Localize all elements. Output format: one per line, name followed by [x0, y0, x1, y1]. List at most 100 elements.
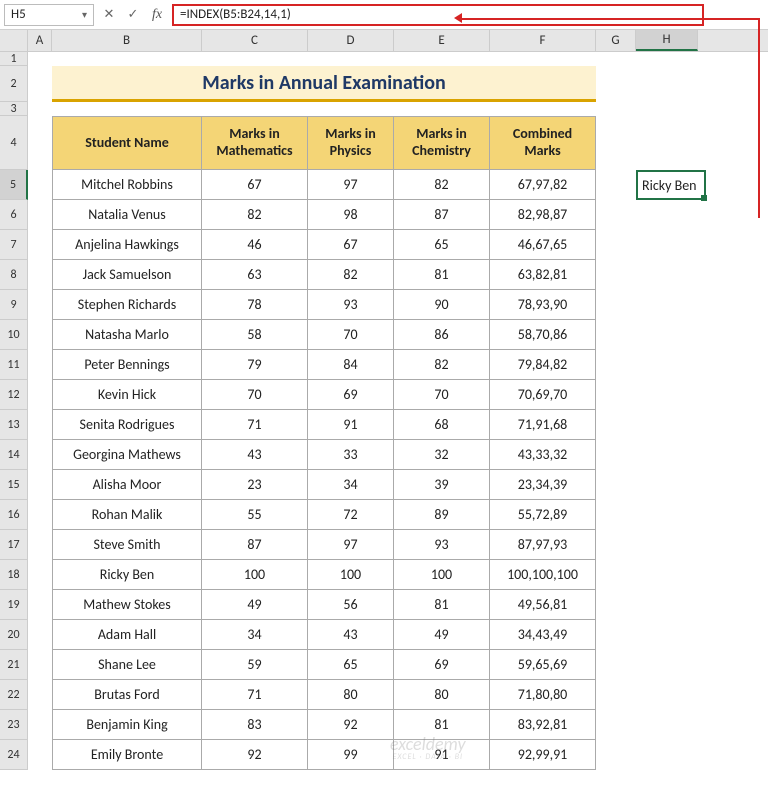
student-name-cell[interactable]: Shane Lee [52, 650, 202, 680]
marks-cell[interactable]: 81 [394, 260, 490, 290]
marks-cell[interactable]: 79 [202, 350, 308, 380]
marks-cell[interactable]: 59 [202, 650, 308, 680]
marks-cell[interactable]: 82 [394, 350, 490, 380]
marks-cell[interactable]: 71,91,68 [490, 410, 596, 440]
marks-cell[interactable]: 99 [308, 740, 394, 770]
row-header-11[interactable]: 11 [0, 350, 28, 380]
marks-cell[interactable]: 58 [202, 320, 308, 350]
row-header-5[interactable]: 5 [0, 170, 28, 200]
student-name-cell[interactable]: Anjelina Hawkings [52, 230, 202, 260]
row-header-13[interactable]: 13 [0, 410, 28, 440]
student-name-cell[interactable]: Jack Samuelson [52, 260, 202, 290]
row-header-12[interactable]: 12 [0, 380, 28, 410]
marks-cell[interactable]: 100 [202, 560, 308, 590]
student-name-cell[interactable]: Steve Smith [52, 530, 202, 560]
marks-cell[interactable]: 33 [308, 440, 394, 470]
marks-cell[interactable]: 100 [394, 560, 490, 590]
marks-cell[interactable]: 43 [202, 440, 308, 470]
fx-icon[interactable]: fx [146, 4, 168, 26]
marks-cell[interactable]: 68 [394, 410, 490, 440]
marks-cell[interactable]: 69 [308, 380, 394, 410]
row-header-6[interactable]: 6 [0, 200, 28, 230]
marks-cell[interactable]: 79,84,82 [490, 350, 596, 380]
marks-cell[interactable]: 23,34,39 [490, 470, 596, 500]
marks-cell[interactable]: 100,100,100 [490, 560, 596, 590]
marks-cell[interactable]: 63,82,81 [490, 260, 596, 290]
marks-cell[interactable]: 92 [308, 710, 394, 740]
student-name-cell[interactable]: Natalia Venus [52, 200, 202, 230]
row-header-22[interactable]: 22 [0, 680, 28, 710]
marks-cell[interactable]: 34 [202, 620, 308, 650]
marks-cell[interactable]: 97 [308, 170, 394, 200]
marks-cell[interactable]: 34 [308, 470, 394, 500]
row-header-9[interactable]: 9 [0, 290, 28, 320]
accept-formula-icon[interactable]: ✓ [122, 4, 144, 26]
marks-cell[interactable]: 70 [394, 380, 490, 410]
marks-cell[interactable]: 83 [202, 710, 308, 740]
student-name-cell[interactable]: Georgina Mathews [52, 440, 202, 470]
marks-cell[interactable]: 39 [394, 470, 490, 500]
marks-cell[interactable]: 86 [394, 320, 490, 350]
marks-cell[interactable]: 71 [202, 410, 308, 440]
marks-cell[interactable]: 69 [394, 650, 490, 680]
marks-cell[interactable]: 43 [308, 620, 394, 650]
marks-cell[interactable]: 71,80,80 [490, 680, 596, 710]
row-header-19[interactable]: 19 [0, 590, 28, 620]
student-name-cell[interactable]: Benjamin King [52, 710, 202, 740]
marks-cell[interactable]: 63 [202, 260, 308, 290]
marks-cell[interactable]: 58,70,86 [490, 320, 596, 350]
student-name-cell[interactable]: Ricky Ben [52, 560, 202, 590]
marks-cell[interactable]: 82 [202, 200, 308, 230]
marks-cell[interactable]: 100 [308, 560, 394, 590]
column-header-A[interactable]: A [28, 30, 52, 51]
row-header-24[interactable]: 24 [0, 740, 28, 770]
marks-cell[interactable]: 43,33,32 [490, 440, 596, 470]
marks-cell[interactable]: 49 [394, 620, 490, 650]
row-header-20[interactable]: 20 [0, 620, 28, 650]
row-header-17[interactable]: 17 [0, 530, 28, 560]
marks-cell[interactable]: 90 [394, 290, 490, 320]
student-name-cell[interactable]: Natasha Marlo [52, 320, 202, 350]
marks-cell[interactable]: 59,65,69 [490, 650, 596, 680]
row-header-2[interactable]: 2 [0, 66, 28, 102]
marks-cell[interactable]: 65 [308, 650, 394, 680]
marks-cell[interactable]: 87,97,93 [490, 530, 596, 560]
row-header-23[interactable]: 23 [0, 710, 28, 740]
student-name-cell[interactable]: Stephen Richards [52, 290, 202, 320]
marks-cell[interactable]: 70,69,70 [490, 380, 596, 410]
row-header-1[interactable]: 1 [0, 52, 28, 66]
student-name-cell[interactable]: Mitchel Robbins [52, 170, 202, 200]
marks-cell[interactable]: 83,92,81 [490, 710, 596, 740]
marks-cell[interactable]: 67 [202, 170, 308, 200]
marks-cell[interactable]: 55,72,89 [490, 500, 596, 530]
row-header-10[interactable]: 10 [0, 320, 28, 350]
marks-cell[interactable]: 98 [308, 200, 394, 230]
marks-cell[interactable]: 55 [202, 500, 308, 530]
marks-cell[interactable]: 78 [202, 290, 308, 320]
chevron-down-icon[interactable]: ▾ [82, 8, 87, 21]
row-header-21[interactable]: 21 [0, 650, 28, 680]
student-name-cell[interactable]: Emily Bronte [52, 740, 202, 770]
row-header-8[interactable]: 8 [0, 260, 28, 290]
row-header-14[interactable]: 14 [0, 440, 28, 470]
row-header-4[interactable]: 4 [0, 116, 28, 170]
row-header-3[interactable]: 3 [0, 102, 28, 116]
student-name-cell[interactable]: Kevin Hick [52, 380, 202, 410]
marks-cell[interactable]: 93 [394, 530, 490, 560]
marks-cell[interactable]: 72 [308, 500, 394, 530]
column-header-B[interactable]: B [52, 30, 202, 51]
student-name-cell[interactable]: Alisha Moor [52, 470, 202, 500]
column-header-C[interactable]: C [202, 30, 308, 51]
marks-cell[interactable]: 84 [308, 350, 394, 380]
marks-cell[interactable]: 92 [202, 740, 308, 770]
marks-cell[interactable]: 80 [308, 680, 394, 710]
marks-cell[interactable]: 87 [202, 530, 308, 560]
marks-cell[interactable]: 46,67,65 [490, 230, 596, 260]
row-header-15[interactable]: 15 [0, 470, 28, 500]
marks-cell[interactable]: 80 [394, 680, 490, 710]
student-name-cell[interactable]: Peter Bennings [52, 350, 202, 380]
marks-cell[interactable]: 32 [394, 440, 490, 470]
marks-cell[interactable]: 34,43,49 [490, 620, 596, 650]
student-name-cell[interactable]: Brutas Ford [52, 680, 202, 710]
marks-cell[interactable]: 78,93,90 [490, 290, 596, 320]
